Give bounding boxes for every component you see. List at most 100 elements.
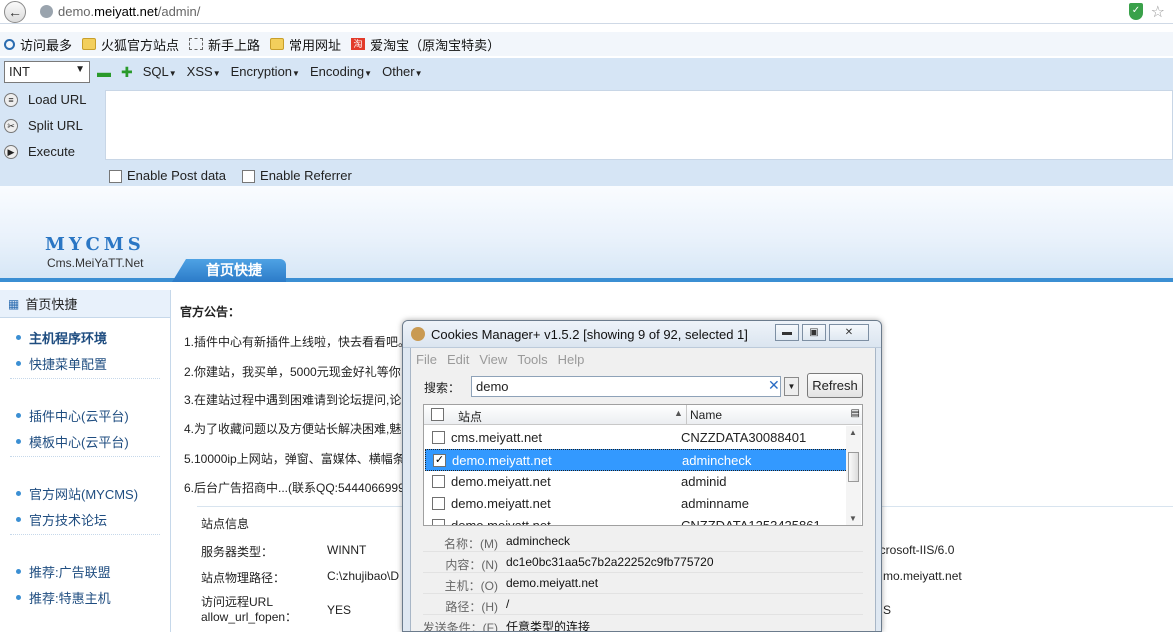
info-label: 访问远程URL allow_url_fopen： (201, 595, 298, 624)
sidebar-item-label: 插件中心(云平台) (29, 409, 129, 424)
sidebar-item-templates[interactable]: 模板中心(云平台) (16, 432, 129, 451)
bullet-icon (16, 335, 21, 340)
cookie-row[interactable]: demo.meiyatt.net adminname (425, 493, 848, 515)
back-button[interactable]: ← (4, 1, 26, 23)
row-checkbox[interactable] (432, 497, 445, 510)
bookmark-common-sites[interactable]: 常用网址 (270, 35, 341, 54)
sidebar-title: ▦ 首页快捷 (0, 290, 170, 318)
shield-icon[interactable]: ✓ (1129, 3, 1143, 20)
sidebar-item-host-env[interactable]: 主机程序环境 (16, 328, 107, 347)
caret-down-icon: ▼ (212, 69, 221, 78)
bookmark-taobao[interactable]: 淘爱淘宝（原淘宝特卖） (351, 35, 500, 54)
url-textarea[interactable] (105, 90, 1173, 160)
cookie-row[interactable]: demo.meiyatt.net CNZZDATA1253425861 (425, 515, 848, 525)
menu-view[interactable]: View (479, 352, 507, 367)
scroll-down-icon[interactable]: ▼ (849, 514, 857, 523)
caret-down-icon: ▼ (168, 69, 177, 78)
sidebar-item-official-site[interactable]: 官方网站(MYCMS) (16, 484, 138, 503)
announcement-item[interactable]: 6.后台广告招商中...(联系QQ:5444066999 (184, 479, 405, 496)
select-all-checkbox[interactable] (431, 408, 444, 421)
maximize-button[interactable]: ▣ (802, 324, 826, 341)
minimize-button[interactable]: ▬ (775, 324, 799, 341)
announcement-item[interactable]: 3.在建站过程中遇到困难请到论坛提问,论 (184, 391, 401, 408)
enable-referrer-checkbox[interactable]: Enable Referrer (242, 168, 352, 184)
dialog-titlebar[interactable]: Cookies Manager+ v1.5.2 [showing 9 of 92… (403, 321, 881, 348)
bookmark-getting-started[interactable]: 新手上路 (189, 35, 260, 54)
detail-row: 路径：(H) / (423, 594, 863, 615)
menu-edit[interactable]: Edit (447, 352, 469, 367)
menu-file[interactable]: File (416, 352, 437, 367)
caret-down-icon: ▼ (292, 69, 300, 78)
refresh-button[interactable]: Refresh (807, 373, 863, 398)
bullet-icon (16, 569, 21, 574)
column-picker-icon[interactable]: ▤ (851, 408, 860, 419)
column-header-site[interactable]: 站点 (458, 408, 482, 425)
detail-value[interactable]: demo.meiyatt.net (506, 576, 598, 590)
star-icon[interactable]: ☆ (1151, 2, 1165, 22)
sidebar-item-ad-alliance[interactable]: 推荐:广告联盟 (16, 562, 111, 581)
type-select[interactable]: INT ▼ (4, 61, 90, 83)
detail-value[interactable]: dc1e0bc31aa5c7b2a22252c9fb775720 (506, 555, 714, 569)
detail-row: 主机：(O) demo.meiyatt.net (423, 573, 863, 594)
sidebar-title-label: 首页快捷 (25, 297, 78, 312)
menu-xss[interactable]: XSS▼ (187, 64, 221, 79)
cookie-row[interactable]: cms.meiyatt.net CNZZDATA30088401 (425, 427, 848, 449)
tab-home[interactable]: 首页快捷 (172, 259, 286, 282)
menu-encryption[interactable]: Encryption▼ (231, 64, 300, 79)
announcement-item[interactable]: 4.为了收藏问题以及方便站长解决困难,魅 (184, 420, 401, 437)
scrollbar-thumb[interactable] (848, 452, 859, 482)
checkbox-box[interactable] (242, 170, 256, 184)
menu-encoding[interactable]: Encoding▼ (310, 64, 372, 79)
sidebar-item-plugins[interactable]: 插件中心(云平台) (16, 406, 129, 425)
sidebar-item-label: 快捷菜单配置 (29, 357, 108, 372)
scissors-icon: ✂ (4, 118, 18, 133)
execute-button[interactable]: ▶ Execute (4, 144, 75, 159)
sidebar-item-label: 官方技术论坛 (29, 513, 108, 528)
announcement-item[interactable]: 5.10000ip上网站，弹窗、富媒体、横幅条 (184, 450, 405, 467)
split-url-button[interactable]: ✂ Split URL (4, 118, 83, 133)
minus-icon[interactable]: ▬ (97, 65, 111, 79)
row-checkbox[interactable] (432, 475, 445, 488)
search-dropdown-button[interactable]: ▼ (784, 377, 799, 396)
sidebar: ▦ 首页快捷 主机程序环境 快捷菜单配置 插件中心(云平台) 模板中心(云平台) … (0, 290, 171, 632)
menu-sql[interactable]: SQL▼ (143, 64, 177, 79)
sidebar-item-forum[interactable]: 官方技术论坛 (16, 510, 107, 529)
divider (10, 534, 160, 535)
detail-value[interactable]: / (506, 597, 509, 611)
row-checkbox-checked[interactable]: ✓ (433, 454, 446, 467)
address-field[interactable]: demo.meiyatt.net/admin/ (58, 4, 200, 19)
clear-icon[interactable]: ✕ (768, 377, 780, 394)
detail-value[interactable]: 任意类型的连接 (506, 618, 590, 631)
cookie-row-selected[interactable]: ✓ demo.meiyatt.net admincheck (425, 449, 848, 471)
sidebar-item-label: 官方网站(MYCMS) (29, 487, 139, 502)
bookmark-firefox-site[interactable]: 火狐官方站点 (82, 35, 179, 54)
menu-tools[interactable]: Tools (517, 352, 547, 367)
column-header-name[interactable]: Name (690, 408, 722, 422)
cookie-row[interactable]: demo.meiyatt.net adminid (425, 471, 848, 493)
sidebar-item-shortcut-config[interactable]: 快捷菜单配置 (16, 354, 107, 373)
bullet-icon (16, 361, 21, 366)
announcement-item[interactable]: 2.你建站，我买单，5000元现金好礼等你 (184, 363, 401, 380)
detail-value[interactable]: admincheck (506, 534, 570, 548)
announcement-item[interactable]: 1.插件中心有新插件上线啦，快去看看吧。 (184, 333, 410, 350)
load-url-button[interactable]: ≡ Load URL (4, 92, 87, 107)
menu-help[interactable]: Help (558, 352, 585, 367)
row-checkbox[interactable] (432, 519, 445, 525)
scrollbar[interactable]: ▲ ▼ (846, 426, 861, 525)
sidebar-item-hosting[interactable]: 推荐:特惠主机 (16, 588, 111, 607)
search-input[interactable]: demo (471, 376, 781, 397)
announcement-title: 官方公告： (180, 305, 241, 319)
menu-other[interactable]: Other▼ (382, 64, 422, 79)
info-value: WINNT (327, 543, 367, 557)
checkbox-box[interactable] (109, 170, 122, 184)
bookmark-most-visited[interactable]: 访问最多 (4, 35, 72, 54)
menu-label: SQL (142, 64, 169, 79)
close-button[interactable]: ✕ (829, 324, 869, 341)
type-select-value: INT (9, 64, 30, 79)
scroll-up-icon[interactable]: ▲ (849, 428, 857, 437)
enable-post-checkbox[interactable]: Enable Post data (109, 168, 226, 184)
row-checkbox[interactable] (432, 431, 445, 444)
plus-icon[interactable]: ✚ (121, 65, 133, 79)
menu-label: Other (382, 64, 415, 79)
maximize-icon: ▣ (809, 327, 819, 338)
